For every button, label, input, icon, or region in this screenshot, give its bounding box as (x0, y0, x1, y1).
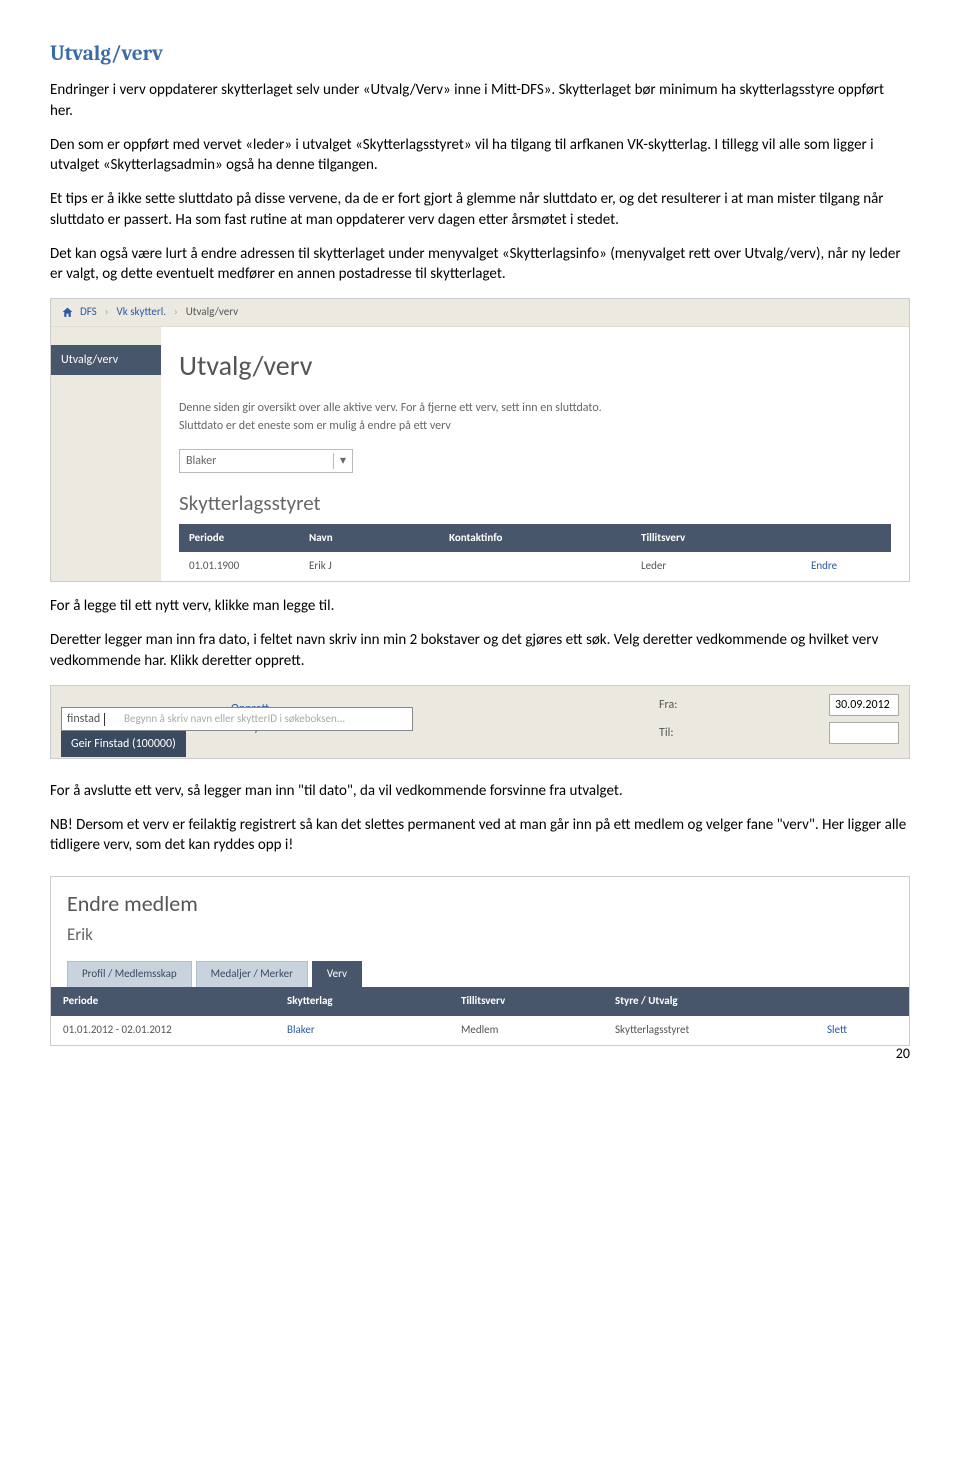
til-date-input[interactable] (829, 722, 899, 744)
cell-tillitsverv: Leder (631, 552, 801, 581)
chevron-right-icon (103, 305, 111, 320)
table-row: 01.01.2012 - 02.01.2012 Blaker Medlem Sk… (51, 1016, 909, 1045)
select-value: Blaker (186, 453, 216, 469)
paragraph: Den som er oppført med vervet «leder» i … (50, 135, 910, 176)
col-skytterlag: Skytterlag (275, 987, 449, 1016)
tab-medaljer[interactable]: Medaljer / Merker (196, 961, 308, 987)
col-tillitsverv: Tillitsverv (449, 987, 603, 1016)
tab-verv[interactable]: Verv (312, 961, 362, 987)
chevron-right-icon (172, 305, 180, 320)
til-label: Til: (659, 725, 819, 741)
panel-heading: Utvalg/verv (179, 347, 891, 385)
member-name: Erik (67, 924, 893, 947)
cell-kontaktinfo (439, 552, 631, 581)
breadcrumb-leaf: Utvalg/verv (186, 305, 238, 320)
screenshot-utvalg-verv: DFS Vk skytterl. Utvalg/verv Utvalg/verv… (50, 298, 910, 582)
paragraph: NB! Dersom et verv er feilaktig registre… (50, 815, 910, 856)
fra-date-input[interactable] (829, 694, 899, 716)
table-row: 01.01.1900 Erik J Leder Endre (179, 552, 891, 581)
page-title: Utvalg/verv (50, 40, 910, 68)
sidebar-item-utvalg-verv[interactable]: Utvalg/verv (51, 345, 161, 375)
col-navn: Navn (299, 524, 439, 553)
skytterlag-select[interactable]: Blaker ▾ (179, 449, 353, 473)
col-periode: Periode (179, 524, 299, 553)
screenshot-add-verv: Fra: finstad Begynn å skriv navn eller s… (50, 685, 910, 759)
cell-periode: 01.01.1900 (179, 552, 299, 581)
panel-heading: Endre medlem (67, 889, 893, 919)
paragraph: Det kan også være lurt å endre adressen … (50, 244, 910, 285)
cell-tillitsverv: Medlem (449, 1016, 603, 1045)
breadcrumb-mid[interactable]: Vk skytterl. (116, 305, 166, 320)
cell-navn: Erik J (299, 552, 439, 581)
col-action (801, 524, 891, 553)
endre-link[interactable]: Endre (811, 559, 837, 572)
table-header: Periode Navn Kontaktinfo Tillitsverv (179, 524, 891, 553)
breadcrumb: DFS Vk skytterl. Utvalg/verv (51, 299, 909, 327)
paragraph: For å avslutte ett verv, så legger man i… (50, 781, 910, 801)
breadcrumb-home[interactable]: DFS (80, 305, 97, 320)
tab-bar: Profil / Medlemsskap Medaljer / Merker V… (51, 961, 909, 987)
section-heading: Skytterlagsstyret (179, 489, 891, 517)
cell-skytterlag[interactable]: Blaker (275, 1016, 449, 1045)
col-styre-utvalg: Styre / Utvalg (603, 987, 815, 1016)
sidebar: Utvalg/verv (51, 327, 161, 581)
cell-periode: 01.01.2012 - 02.01.2012 (51, 1016, 275, 1045)
paragraph: Deretter legger man inn fra dato, i felt… (50, 630, 910, 671)
name-search-input[interactable]: finstad Begynn å skriv navn eller skytte… (61, 707, 413, 731)
col-action (815, 987, 909, 1016)
tab-profil[interactable]: Profil / Medlemsskap (67, 961, 192, 987)
fra-label: Fra: (659, 697, 819, 713)
page-number: 20 (896, 1045, 910, 1064)
col-kontaktinfo: Kontaktinfo (439, 524, 631, 553)
panel-description: Denne siden gir oversikt over alle aktiv… (179, 399, 891, 435)
slett-link[interactable]: Slett (827, 1023, 847, 1036)
name-input-value: finstad (67, 712, 100, 726)
screenshot-endre-medlem: Endre medlem Erik Profil / Medlemsskap M… (50, 876, 910, 1046)
name-suggestion[interactable]: Geir Finstad (100000) (61, 731, 186, 757)
paragraph: For å legge til ett nytt verv, klikke ma… (50, 596, 910, 616)
col-periode: Periode (51, 987, 275, 1016)
cell-styre-utvalg: Skytterlagsstyret (603, 1016, 815, 1045)
col-tillitsverv: Tillitsverv (631, 524, 801, 553)
name-input-placeholder: Begynn å skriv navn eller skytterID i sø… (124, 712, 345, 727)
chevron-down-icon: ▾ (333, 453, 346, 469)
paragraph: Endringer i verv oppdaterer skytterlaget… (50, 80, 910, 121)
home-icon[interactable] (61, 306, 74, 319)
table-header: Periode Skytterlag Tillitsverv Styre / U… (51, 987, 909, 1016)
paragraph: Et tips er å ikke sette sluttdato på dis… (50, 189, 910, 230)
